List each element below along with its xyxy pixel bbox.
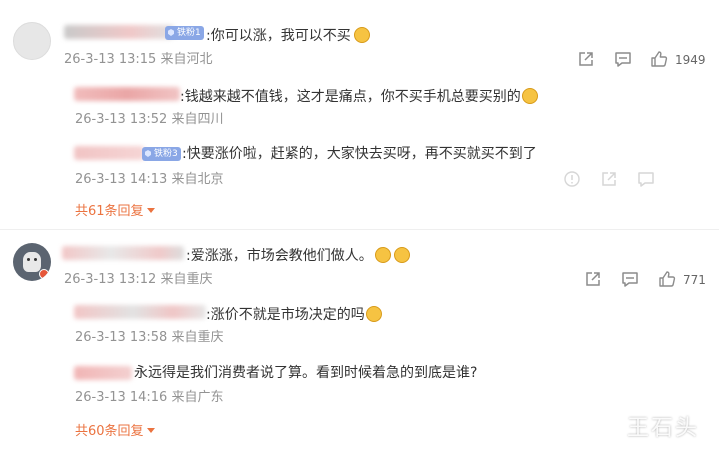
reply-username-blurred[interactable] — [74, 305, 206, 319]
share-icon[interactable] — [577, 50, 595, 68]
watermark: 王石头 — [627, 416, 700, 441]
fan-badge: 铁粉3 — [142, 147, 181, 161]
share-icon[interactable] — [584, 270, 602, 288]
username-blurred[interactable] — [62, 246, 184, 260]
doge-emoji-icon — [353, 27, 370, 43]
share-icon[interactable] — [600, 170, 618, 188]
reply-username-blurred[interactable] — [74, 366, 132, 380]
reply-text: :钱越来越不值钱，这才是痛点，你不买手机总要买别的 — [180, 85, 538, 106]
fan-badge: 铁粉1 — [165, 26, 204, 40]
comment-text: :爱涨涨，市场会教他们做人。 — [186, 244, 410, 265]
laugh-cry-emoji-icon — [365, 306, 382, 322]
report-icon[interactable] — [563, 170, 581, 188]
laugh-cry-emoji-icon — [374, 247, 391, 263]
laugh-cry-emoji-icon — [521, 88, 538, 104]
reply-meta: 26-3-13 13:58 来自重庆 — [75, 330, 224, 345]
reply-meta: 26-3-13 13:52 来自四川 — [75, 112, 224, 127]
username-blurred[interactable] — [64, 25, 174, 39]
like-count: 1949 — [675, 53, 706, 67]
reply-username-blurred[interactable] — [74, 87, 180, 101]
reply-username-blurred[interactable] — [74, 146, 144, 160]
comment-text: :你可以涨，我可以不买 — [206, 24, 370, 45]
thumbs-up-icon[interactable] — [658, 270, 676, 288]
comment-icon[interactable] — [621, 270, 639, 288]
reply-text: :涨价不就是市场决定的吗 — [206, 303, 382, 324]
more-replies-link[interactable]: 共61条回复 — [75, 204, 155, 220]
more-replies-link[interactable]: 共60条回复 — [75, 424, 155, 440]
avatar[interactable] — [13, 22, 51, 60]
reply-meta: 26-3-13 14:13 来自北京 — [75, 172, 224, 187]
laugh-cry-emoji-icon — [393, 247, 410, 263]
reply-text: :快要涨价啦，赶紧的，大家快去买呀，再不买就买不到了 — [182, 146, 537, 162]
caret-down-icon — [146, 208, 155, 213]
caret-down-icon — [146, 428, 155, 433]
avatar[interactable] — [13, 243, 51, 281]
reply-text: 永远得是我们消费者说了算。看到时候着急的到底是谁? — [134, 365, 478, 381]
thumbs-up-icon[interactable] — [650, 50, 668, 68]
comment-meta: 26-3-13 13:12 来自重庆 — [64, 272, 213, 287]
like-count: 771 — [683, 273, 706, 287]
divider — [0, 229, 719, 230]
comment-icon[interactable] — [614, 50, 632, 68]
reply-meta: 26-3-13 14:16 来自广东 — [75, 390, 224, 405]
comment-icon[interactable] — [637, 170, 655, 188]
comment-meta: 26-3-13 13:15 来自河北 — [64, 52, 213, 67]
